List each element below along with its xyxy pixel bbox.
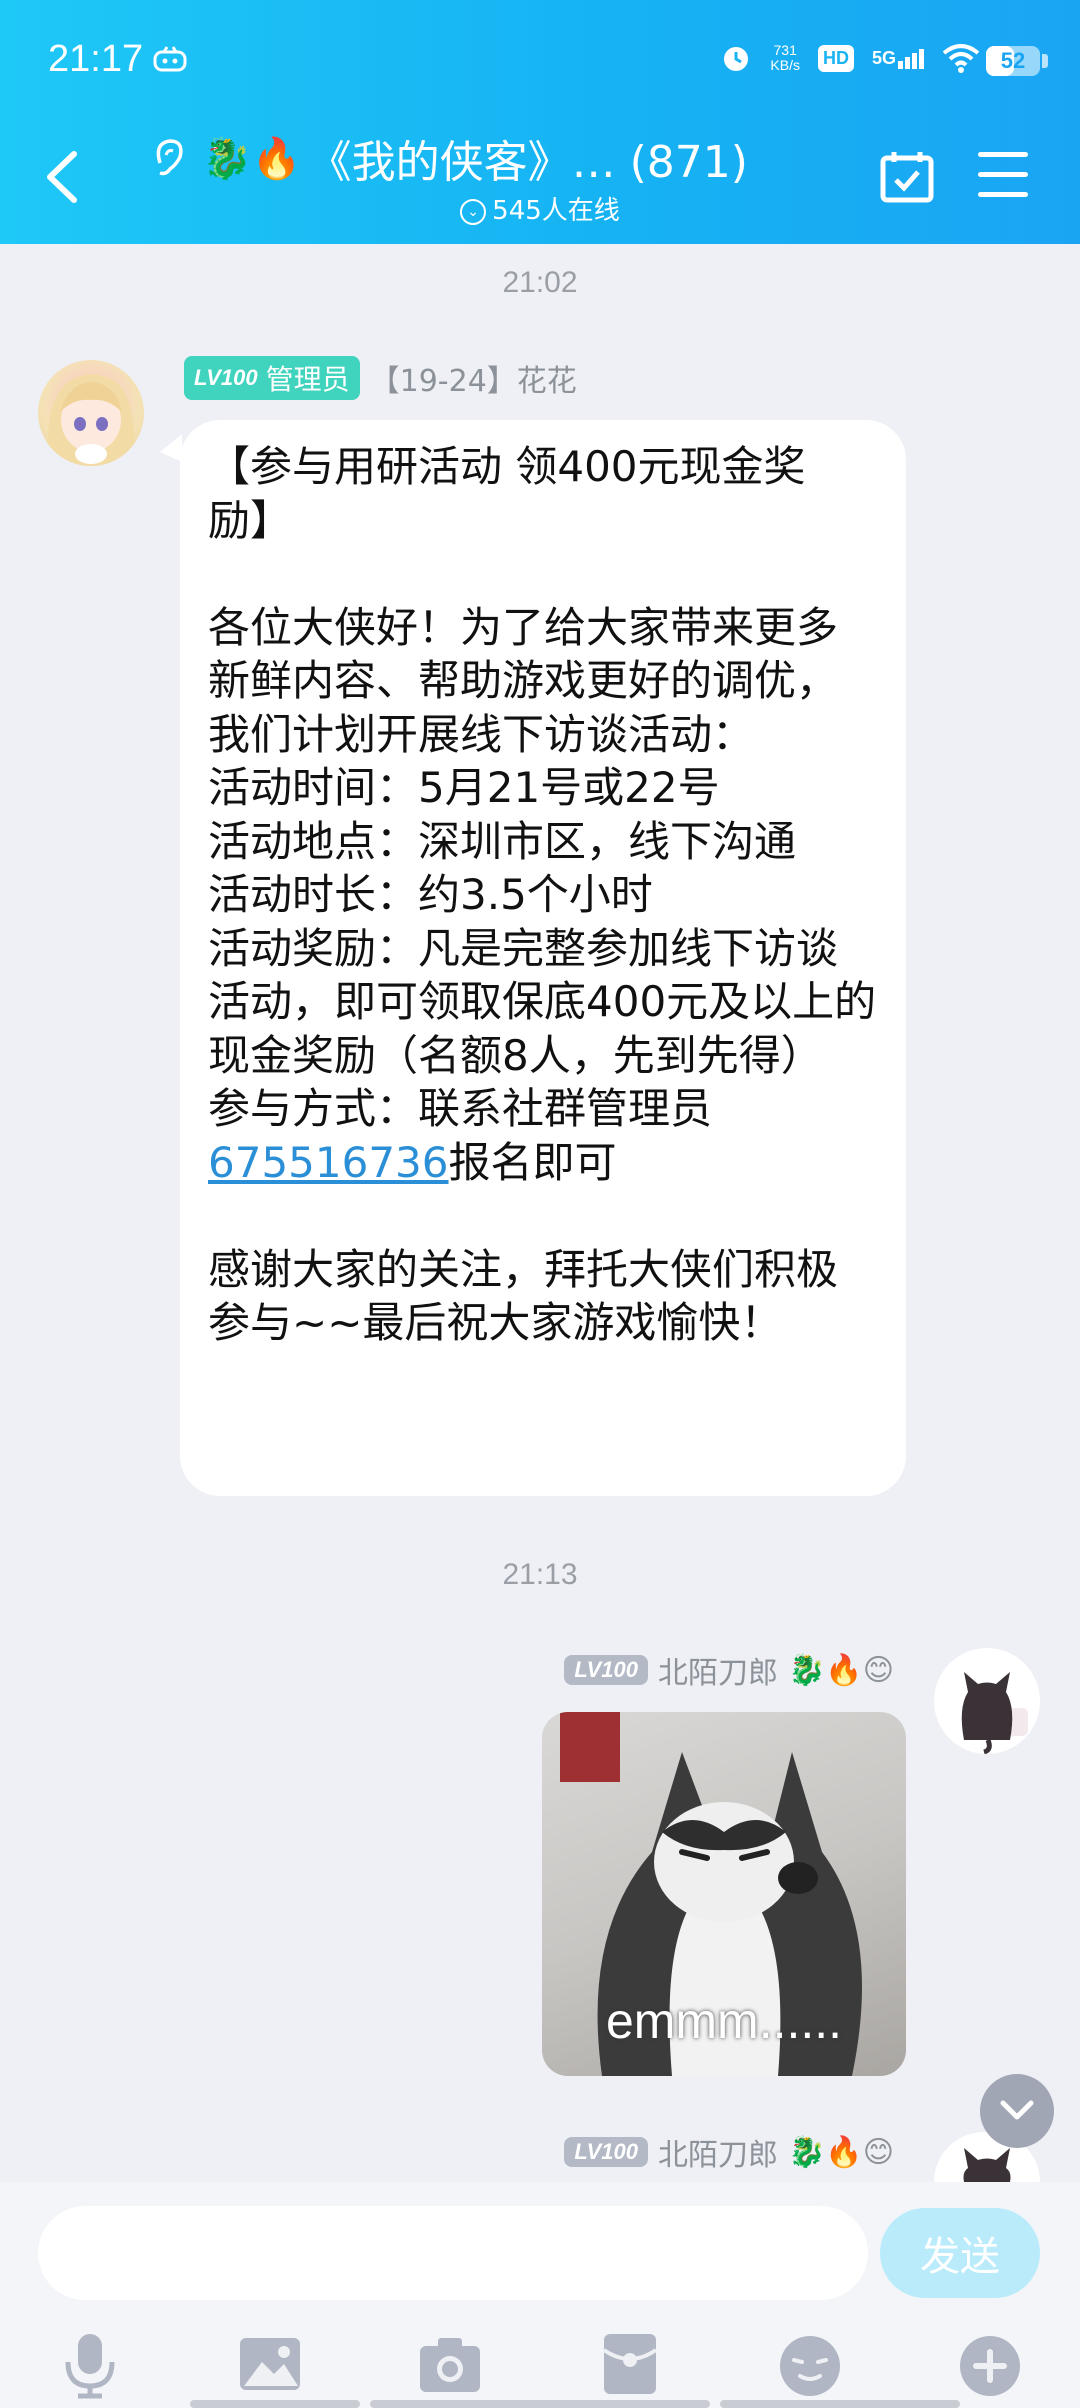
bubble-tail bbox=[160, 434, 182, 462]
qq-link[interactable]: 675516736 bbox=[208, 1138, 449, 1187]
plus-icon[interactable] bbox=[954, 2328, 1026, 2400]
image-caption: emmm...... bbox=[605, 1993, 843, 2049]
sender-emojis: 🐉🔥😊 bbox=[788, 1652, 894, 1688]
timestamp: 21:13 bbox=[502, 1558, 578, 1591]
avatar[interactable] bbox=[934, 1648, 1040, 1754]
status-icons: 731 KB/s HD 5G bbox=[720, 42, 980, 74]
status-time: 21:17 bbox=[48, 38, 144, 80]
admin-badge: LV100 管理员 bbox=[184, 356, 360, 400]
status-bar: 21:17 731 KB/s HD 5G 52 bbox=[0, 0, 1080, 120]
message-input[interactable] bbox=[38, 2206, 868, 2300]
sender-emojis: 🐉🔥😊 bbox=[788, 2134, 894, 2170]
sender-info: LV100 管理员 【19-24】花花 bbox=[184, 356, 577, 400]
send-button[interactable]: 发送 bbox=[880, 2208, 1040, 2298]
calendar-check-icon[interactable] bbox=[880, 150, 934, 204]
group-name: 《我的侠客》… (871) bbox=[307, 137, 748, 188]
camera-icon[interactable] bbox=[414, 2328, 486, 2400]
sender-name[interactable]: 【19-24】花花 bbox=[370, 356, 577, 400]
chevron-down-icon: ⌄ bbox=[460, 198, 487, 225]
page-indicator bbox=[370, 2400, 710, 2408]
message-bubble[interactable]: 【参与用研活动 领400元现金奖励】 各位大侠好！为了给大家带来更多新鲜内容、帮… bbox=[180, 420, 906, 1496]
level-badge: LV100 bbox=[564, 1655, 649, 1685]
emoji-icon[interactable] bbox=[774, 2328, 846, 2400]
husky-meme-image[interactable]: emmm...... bbox=[542, 1712, 906, 2076]
page-indicator bbox=[190, 2400, 360, 2408]
sender-info: LV100 北陌刀郎 🐉🔥😊 bbox=[564, 2130, 894, 2174]
timestamp: 21:02 bbox=[502, 266, 578, 299]
anime-girl-avatar-icon bbox=[47, 374, 135, 466]
signal-icon: 5G bbox=[872, 48, 924, 69]
cat-avatar-icon bbox=[961, 1672, 1028, 1754]
red-packet-icon[interactable] bbox=[594, 2328, 666, 2400]
wifi-icon bbox=[942, 44, 980, 73]
battery-icon: 52 bbox=[986, 46, 1040, 76]
ear-icon bbox=[156, 139, 183, 176]
image-icon[interactable] bbox=[234, 2328, 306, 2400]
battery-tip bbox=[1042, 54, 1048, 68]
hd-badge: HD bbox=[817, 44, 854, 72]
menu-icon[interactable] bbox=[978, 152, 1028, 198]
sender-name[interactable]: 北陌刀郎 bbox=[658, 1648, 778, 1692]
title-emojis: 🐉🔥 bbox=[202, 135, 302, 182]
game-controller-icon bbox=[153, 46, 187, 72]
sender-info: LV100 北陌刀郎 🐉🔥😊 bbox=[564, 1648, 894, 1692]
microphone-icon[interactable] bbox=[54, 2328, 126, 2400]
group-title[interactable]: 🐉🔥 《我的侠客》… (871) bbox=[148, 128, 778, 188]
avatar[interactable] bbox=[38, 360, 144, 466]
message-text: 【参与用研活动 领400元现金奖励】 各位大侠好！为了给大家带来更多新鲜内容、帮… bbox=[208, 442, 877, 1347]
level-badge: LV100 bbox=[564, 2137, 649, 2167]
chat-header: 21:17 731 KB/s HD 5G 52 🐉🔥 《我的侠客》… (871)… bbox=[0, 0, 1080, 244]
scroll-to-bottom-button[interactable] bbox=[980, 2074, 1054, 2148]
sender-name[interactable]: 北陌刀郎 bbox=[658, 2130, 778, 2174]
alarm-icon bbox=[724, 47, 749, 71]
input-area: 发送 bbox=[0, 2182, 1080, 2408]
page-indicator bbox=[720, 2400, 960, 2408]
net-speed: 731 KB/s bbox=[770, 42, 800, 73]
chevron-down-icon bbox=[1000, 2100, 1034, 2120]
